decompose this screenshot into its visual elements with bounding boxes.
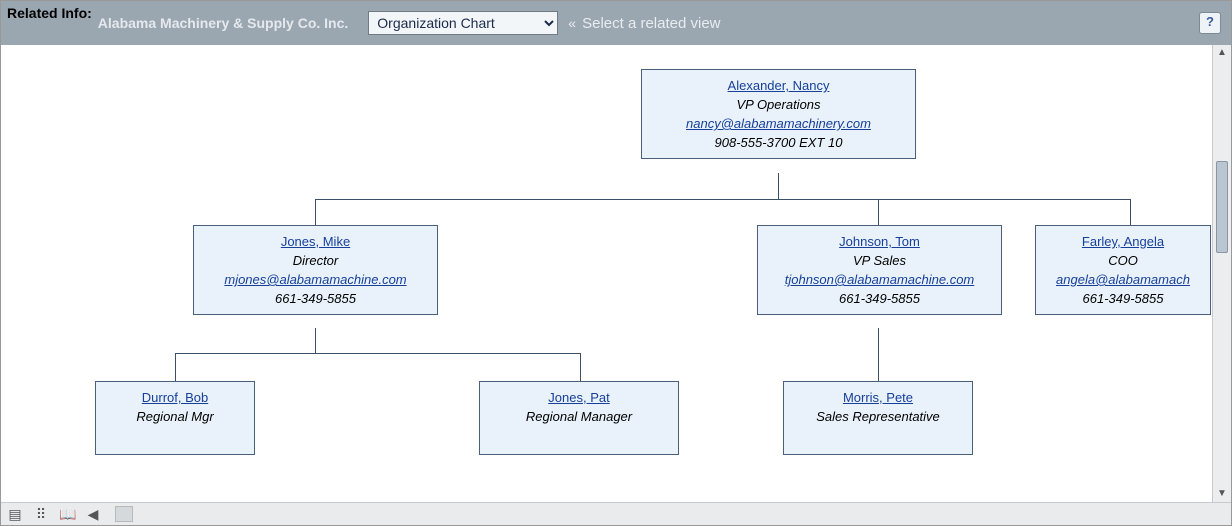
org-node: Farley, Angela COO angela@alabamamach 66… [1035, 225, 1211, 315]
vertical-scrollbar[interactable]: ▲ ▼ [1212, 45, 1231, 502]
person-name-link[interactable]: Farley, Angela [1082, 234, 1164, 249]
org-node: Jones, Pat Regional Manager [479, 381, 679, 455]
person-email-link[interactable]: angela@alabamamach [1056, 272, 1190, 287]
scroll-down-icon[interactable]: ▼ [1214, 486, 1230, 502]
scroll-thumb[interactable] [1216, 161, 1228, 253]
footer-toolbar: ▤ ⠿ 📖 ◀ [1, 502, 1231, 525]
person-phone: 908-555-3700 EXT 10 [648, 135, 909, 150]
connector-line [1130, 199, 1131, 225]
person-email-link[interactable]: tjohnson@alabamamachine.com [785, 272, 975, 287]
person-phone: 661-349-5855 [1042, 291, 1204, 306]
scroll-track[interactable] [1214, 61, 1230, 486]
connector-line [315, 328, 316, 353]
chevron-left-icon: « [568, 15, 576, 31]
person-name-link[interactable]: Alexander, Nancy [728, 78, 830, 93]
connector-line [315, 199, 316, 225]
connector-line [175, 353, 176, 381]
list-view-icon[interactable]: ▤ [7, 506, 23, 522]
view-hint: Select a related view [582, 15, 720, 32]
person-email-link[interactable]: mjones@alabamamachine.com [224, 272, 406, 287]
org-node: Durrof, Bob Regional Mgr [95, 381, 255, 455]
related-info-header: Related Info: Alabama Machinery & Supply… [1, 1, 1231, 45]
org-node: Morris, Pete Sales Representative [783, 381, 973, 455]
app-frame: Related Info: Alabama Machinery & Supply… [0, 0, 1232, 526]
scroll-up-icon[interactable]: ▲ [1214, 45, 1230, 61]
related-info-label: Related Info: [7, 5, 92, 21]
person-title: Sales Representative [790, 409, 966, 424]
connector-line [315, 199, 1131, 200]
person-email-link[interactable]: nancy@alabamamachinery.com [686, 116, 871, 131]
book-icon[interactable]: 📖 [59, 506, 75, 522]
view-select-wrap: Organization Chart [368, 11, 558, 35]
person-title: Regional Manager [486, 409, 672, 424]
org-node-root: Alexander, Nancy VP Operations nancy@ala… [641, 69, 916, 159]
person-name-link[interactable]: Morris, Pete [843, 390, 913, 405]
company-name: Alabama Machinery & Supply Co. Inc. [98, 15, 349, 31]
connector-line [878, 199, 879, 225]
help-button[interactable]: ? [1199, 12, 1221, 34]
person-title: VP Operations [648, 97, 909, 112]
connector-line [175, 353, 581, 354]
person-phone: 661-349-5855 [764, 291, 995, 306]
person-title: VP Sales [764, 253, 995, 268]
person-name-link[interactable]: Durrof, Bob [142, 390, 208, 405]
org-node: Johnson, Tom VP Sales tjohnson@alabamama… [757, 225, 1002, 315]
person-title: Director [200, 253, 431, 268]
person-title: COO [1042, 253, 1204, 268]
view-select[interactable]: Organization Chart [368, 11, 558, 35]
person-name-link[interactable]: Jones, Mike [281, 234, 350, 249]
connector-line [878, 328, 879, 381]
scroll-left-icon[interactable]: ◀ [85, 506, 101, 522]
org-chart-canvas: Alexander, Nancy VP Operations nancy@ala… [1, 45, 1212, 502]
connector-line [778, 173, 779, 199]
detail-view-icon[interactable]: ⠿ [33, 506, 49, 522]
person-title: Regional Mgr [102, 409, 248, 424]
person-name-link[interactable]: Jones, Pat [548, 390, 609, 405]
org-node: Jones, Mike Director mjones@alabamamachi… [193, 225, 438, 315]
hscroll-thumb[interactable] [115, 506, 133, 522]
body-area: Alexander, Nancy VP Operations nancy@ala… [1, 45, 1231, 502]
person-name-link[interactable]: Johnson, Tom [839, 234, 920, 249]
person-phone: 661-349-5855 [200, 291, 431, 306]
connector-line [580, 353, 581, 381]
